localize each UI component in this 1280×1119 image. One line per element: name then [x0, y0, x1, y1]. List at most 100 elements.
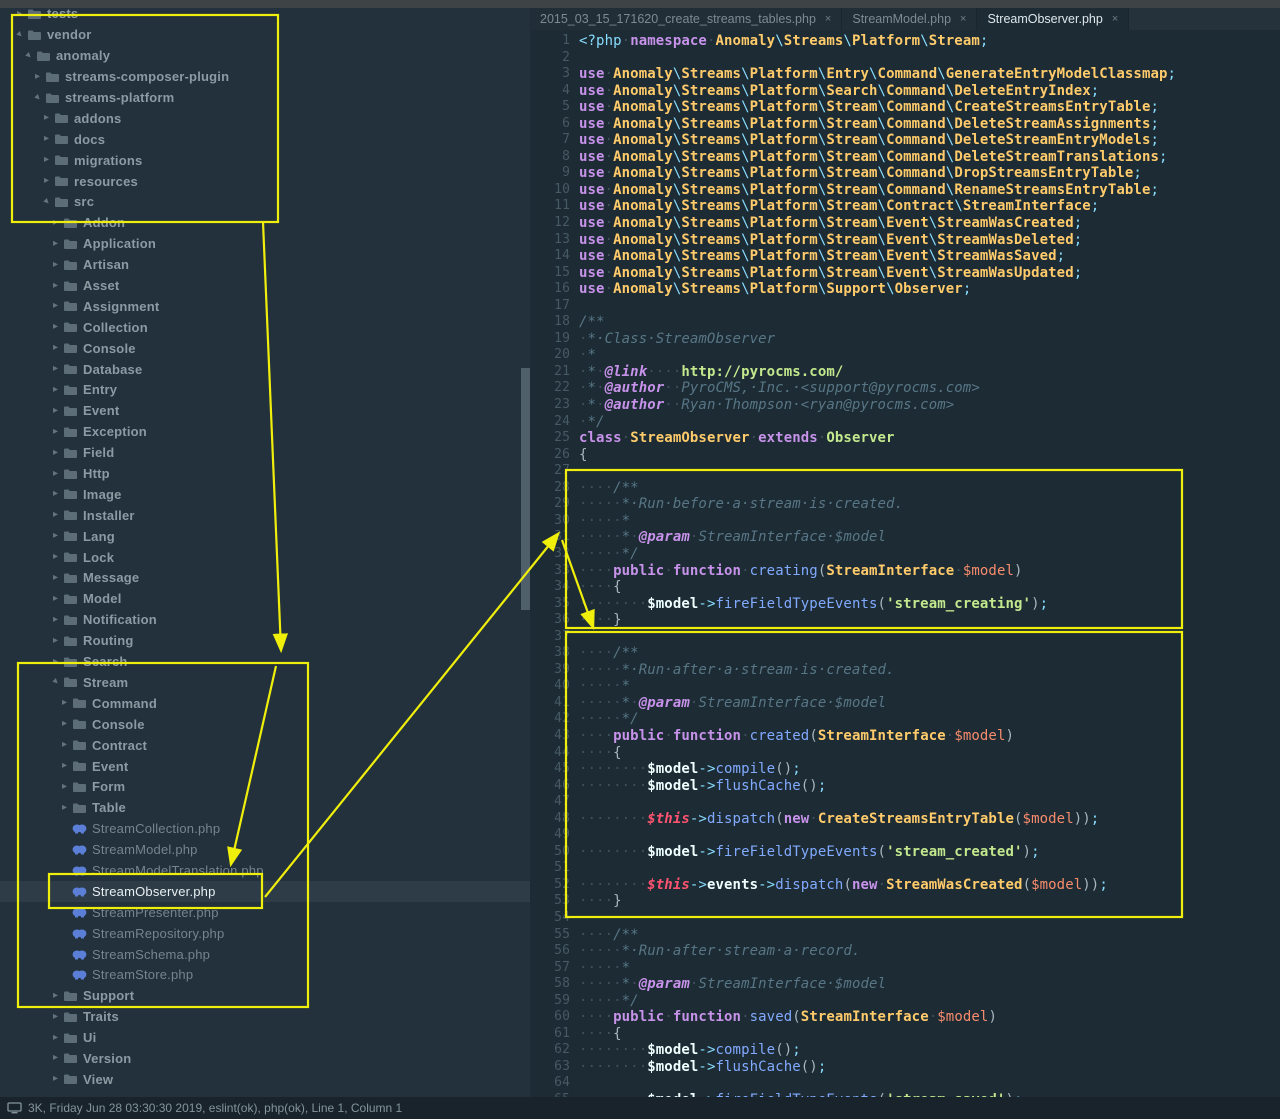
tree-folder-http[interactable]: ▸Http: [0, 463, 530, 484]
chevron-collapsed-icon[interactable]: ▸: [50, 510, 61, 520]
code-line[interactable]: 59·····*/: [530, 993, 1280, 1010]
tree-folder-artisan[interactable]: ▸Artisan: [0, 254, 530, 275]
tree-folder-streams-composer-plugin[interactable]: ▸streams-composer-plugin: [0, 66, 530, 87]
code-line[interactable]: 52········$this->events->dispatch(new·St…: [530, 877, 1280, 894]
code-line[interactable]: 27: [530, 463, 1280, 480]
code-line[interactable]: 29·····*·Run·before·a·stream·is·created.: [530, 496, 1280, 513]
tab-close-icon[interactable]: ×: [960, 13, 966, 25]
tree-folder-event[interactable]: ▸Event: [0, 400, 530, 421]
chevron-collapsed-icon[interactable]: ▸: [50, 448, 61, 458]
code-line[interactable]: 63········$model->flushCache();: [530, 1059, 1280, 1076]
chevron-collapsed-icon[interactable]: ▸: [50, 615, 61, 625]
tree-folder-lang[interactable]: ▸Lang: [0, 526, 530, 547]
code-line[interactable]: 19·*·Class·StreamObserver: [530, 331, 1280, 348]
tree-folder-anomaly[interactable]: ▸anomaly: [0, 45, 530, 66]
code-line[interactable]: 9use·Anomaly\Streams\Platform\Stream\Com…: [530, 165, 1280, 182]
tree-folder-model[interactable]: ▸Model: [0, 588, 530, 609]
tree-folder-form[interactable]: ▸Form: [0, 776, 530, 797]
chevron-collapsed-icon[interactable]: ▸: [50, 552, 61, 562]
code-line[interactable]: 16use·Anomaly\Streams\Platform\Support\O…: [530, 281, 1280, 298]
code-line[interactable]: 5use·Anomaly\Streams\Platform\Stream\Com…: [530, 99, 1280, 116]
tree-folder-entry[interactable]: ▸Entry: [0, 380, 530, 401]
code-line[interactable]: 30·····*: [530, 513, 1280, 530]
tree-folder-contract[interactable]: ▸Contract: [0, 735, 530, 756]
tree-folder-addon[interactable]: ▸Addon: [0, 212, 530, 233]
tree-folder-addons[interactable]: ▸addons: [0, 108, 530, 129]
code-line[interactable]: 20·*: [530, 347, 1280, 364]
chevron-collapsed-icon[interactable]: ▸: [59, 803, 70, 813]
chevron-collapsed-icon[interactable]: ▸: [41, 176, 52, 186]
chevron-collapsed-icon[interactable]: ▸: [50, 1074, 61, 1084]
code-line[interactable]: 25class·StreamObserver·extends·Observer: [530, 430, 1280, 447]
code-line[interactable]: 41·····*·@param·StreamInterface·$model: [530, 695, 1280, 712]
tree-folder-view[interactable]: ▸View: [0, 1069, 530, 1090]
tree-folder-ui[interactable]: ▸Ui: [0, 1027, 530, 1048]
chevron-collapsed-icon[interactable]: ▸: [50, 301, 61, 311]
code-line[interactable]: 34····{: [530, 579, 1280, 596]
chevron-collapsed-icon[interactable]: ▸: [59, 782, 70, 792]
chevron-collapsed-icon[interactable]: ▸: [50, 385, 61, 395]
code-line[interactable]: 46········$model->flushCache();: [530, 778, 1280, 795]
code-editor[interactable]: 1<?php·namespace·Anomaly\Streams\Platfor…: [530, 30, 1280, 1119]
code-line[interactable]: 38····/**: [530, 645, 1280, 662]
code-line[interactable]: 55····/**: [530, 927, 1280, 944]
code-line[interactable]: 14use·Anomaly\Streams\Platform\Stream\Ev…: [530, 248, 1280, 265]
chevron-collapsed-icon[interactable]: ▸: [59, 698, 70, 708]
chevron-collapsed-icon[interactable]: ▸: [50, 406, 61, 416]
tree-folder-console[interactable]: ▸Console: [0, 714, 530, 735]
code-line[interactable]: 48········$this->dispatch(new·CreateStre…: [530, 811, 1280, 828]
code-line[interactable]: 58·····*·@param·StreamInterface·$model: [530, 976, 1280, 993]
chevron-collapsed-icon[interactable]: ▸: [14, 9, 25, 19]
code-line[interactable]: 51: [530, 860, 1280, 877]
code-line[interactable]: 39·····*·Run·after·a·stream·is·created.: [530, 662, 1280, 679]
code-line[interactable]: 35········$model->fireFieldTypeEvents('s…: [530, 596, 1280, 613]
code-line[interactable]: 21·*·@link····http://pyrocms.com/: [530, 364, 1280, 381]
tree-folder-lock[interactable]: ▸Lock: [0, 547, 530, 568]
chevron-collapsed-icon[interactable]: ▸: [50, 531, 61, 541]
chevron-expanded-icon[interactable]: ▸: [21, 48, 36, 63]
tree-folder-assignment[interactable]: ▸Assignment: [0, 296, 530, 317]
tree-folder-migrations[interactable]: ▸migrations: [0, 150, 530, 171]
chevron-collapsed-icon[interactable]: ▸: [50, 281, 61, 291]
tree-folder-stream[interactable]: ▸Stream: [0, 672, 530, 693]
chevron-expanded-icon[interactable]: ▸: [12, 27, 27, 42]
code-line[interactable]: 64: [530, 1075, 1280, 1092]
tab-close-icon[interactable]: ×: [825, 13, 831, 25]
tree-file-streamrepository-php[interactable]: StreamRepository.php: [0, 923, 530, 944]
code-line[interactable]: 32·····*/: [530, 546, 1280, 563]
chevron-collapsed-icon[interactable]: ▸: [50, 343, 61, 353]
tree-folder-exception[interactable]: ▸Exception: [0, 421, 530, 442]
code-line[interactable]: 28····/**: [530, 480, 1280, 497]
sidebar-scrollbar[interactable]: [521, 368, 530, 610]
code-line[interactable]: 12use·Anomaly\Streams\Platform\Stream\Ev…: [530, 215, 1280, 232]
chevron-collapsed-icon[interactable]: ▸: [50, 1012, 61, 1022]
code-line[interactable]: 43····public·function·created(StreamInte…: [530, 728, 1280, 745]
chevron-collapsed-icon[interactable]: ▸: [59, 761, 70, 771]
tree-folder-asset[interactable]: ▸Asset: [0, 275, 530, 296]
chevron-collapsed-icon[interactable]: ▸: [50, 469, 61, 479]
chevron-collapsed-icon[interactable]: ▸: [50, 1053, 61, 1063]
code-line[interactable]: 4use·Anomaly\Streams\Platform\Search\Com…: [530, 83, 1280, 100]
code-line[interactable]: 31·····*·@param·StreamInterface·$model: [530, 529, 1280, 546]
chevron-collapsed-icon[interactable]: ▸: [59, 719, 70, 729]
tree-folder-field[interactable]: ▸Field: [0, 442, 530, 463]
code-line[interactable]: 53····}: [530, 893, 1280, 910]
chevron-collapsed-icon[interactable]: ▸: [50, 1033, 61, 1043]
tree-folder-support[interactable]: ▸Support: [0, 985, 530, 1006]
chevron-collapsed-icon[interactable]: ▸: [41, 134, 52, 144]
code-line[interactable]: 56·····*·Run·after·stream·a·record.: [530, 943, 1280, 960]
chevron-expanded-icon[interactable]: ▸: [48, 675, 63, 690]
tree-folder-database[interactable]: ▸Database: [0, 359, 530, 380]
tree-folder-routing[interactable]: ▸Routing: [0, 630, 530, 651]
tree-folder-notification[interactable]: ▸Notification: [0, 609, 530, 630]
chevron-collapsed-icon[interactable]: ▸: [50, 322, 61, 332]
code-line[interactable]: 61····{: [530, 1026, 1280, 1043]
code-line[interactable]: 50········$model->fireFieldTypeEvents('s…: [530, 844, 1280, 861]
tab-2015-03-15-171620-create-streams-tables-php[interactable]: 2015_03_15_171620_create_streams_tables.…: [530, 8, 842, 30]
chevron-collapsed-icon[interactable]: ▸: [32, 72, 43, 82]
code-line[interactable]: 1<?php·namespace·Anomaly\Streams\Platfor…: [530, 33, 1280, 50]
tree-folder-traits[interactable]: ▸Traits: [0, 1006, 530, 1027]
code-line[interactable]: 3use·Anomaly\Streams\Platform\Entry\Comm…: [530, 66, 1280, 83]
chevron-collapsed-icon[interactable]: ▸: [50, 239, 61, 249]
chevron-collapsed-icon[interactable]: ▸: [59, 740, 70, 750]
